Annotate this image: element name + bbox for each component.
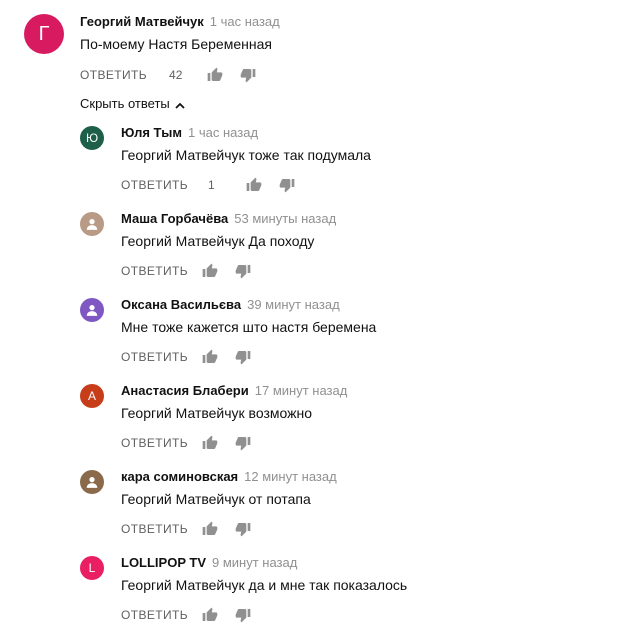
comment-text: Георгий Матвейчук возможно bbox=[121, 405, 313, 421]
comment-text: Георгий Матвейчук тоже так подумала bbox=[121, 147, 371, 163]
comment-text: По-моему Настя Беременная bbox=[80, 36, 272, 52]
comment-actions: ОТВЕТИТЬ bbox=[121, 519, 251, 539]
thumbs-up-icon[interactable] bbox=[202, 435, 218, 451]
comment-time[interactable]: 12 минут назад bbox=[244, 469, 337, 484]
avatar[interactable] bbox=[80, 298, 104, 322]
thumbs-up-icon[interactable] bbox=[202, 607, 218, 623]
thumbs-down-icon[interactable] bbox=[235, 263, 251, 279]
comment-author[interactable]: Георгий Матвейчук bbox=[80, 14, 204, 29]
comment-time[interactable]: 1 час назад bbox=[210, 14, 280, 29]
avatar[interactable]: А bbox=[80, 384, 104, 408]
thumbs-down-icon[interactable] bbox=[235, 607, 251, 623]
chevron-up-icon bbox=[175, 99, 185, 109]
thumbs-up-icon[interactable] bbox=[202, 349, 218, 365]
thumbs-up-icon[interactable] bbox=[207, 67, 223, 83]
thumbs-down-icon[interactable] bbox=[240, 67, 256, 83]
hide-replies-label: Скрыть ответы bbox=[80, 96, 170, 111]
comment-time[interactable]: 53 минуты назад bbox=[234, 211, 336, 226]
reply-button[interactable]: ОТВЕТИТЬ bbox=[121, 178, 188, 192]
avatar-letter: Г bbox=[38, 22, 50, 45]
comment-actions: ОТВЕТИТЬ 1 bbox=[121, 175, 295, 195]
reply-button[interactable]: ОТВЕТИТЬ bbox=[121, 264, 188, 278]
reply-button[interactable]: ОТВЕТИТЬ bbox=[121, 522, 188, 536]
thumbs-down-icon[interactable] bbox=[279, 177, 295, 193]
thumbs-up-icon[interactable] bbox=[202, 263, 218, 279]
comment-text: Георгий Матвейчук Да походу bbox=[121, 233, 315, 249]
avatar-image bbox=[85, 475, 99, 489]
avatar[interactable] bbox=[80, 212, 104, 236]
comment-time[interactable]: 9 минут назад bbox=[212, 555, 297, 570]
comment-author[interactable]: Оксана Васильєва bbox=[121, 297, 241, 312]
comment-author[interactable]: Маша Горбачёва bbox=[121, 211, 228, 226]
thumbs-down-icon[interactable] bbox=[235, 521, 251, 537]
comment-header: Георгий Матвейчук 1 час назад bbox=[80, 13, 280, 31]
avatar[interactable] bbox=[80, 470, 104, 494]
comment-header: кара соминовская 12 минут назад bbox=[121, 468, 337, 486]
reply-button[interactable]: ОТВЕТИТЬ bbox=[121, 608, 188, 622]
thumbs-up-icon[interactable] bbox=[246, 177, 262, 193]
comment-actions: ОТВЕТИТЬ bbox=[121, 605, 251, 625]
reply-button[interactable]: ОТВЕТИТЬ bbox=[121, 350, 188, 364]
like-count: 42 bbox=[169, 68, 183, 82]
comment-header: Юля Тым 1 час назад bbox=[121, 124, 258, 142]
thumbs-down-icon[interactable] bbox=[235, 349, 251, 365]
thumbs-up-icon[interactable] bbox=[202, 521, 218, 537]
like-count: 1 bbox=[208, 178, 215, 192]
comment-header: Анастасия Блабери 17 минут назад bbox=[121, 382, 347, 400]
comment-time[interactable]: 1 час назад bbox=[188, 125, 258, 140]
comment-text: Мне тоже кажется што настя беремена bbox=[121, 319, 377, 335]
comment-header: Оксана Васильєва 39 минут назад bbox=[121, 296, 340, 314]
comment-time[interactable]: 39 минут назад bbox=[247, 297, 340, 312]
thumbs-down-icon[interactable] bbox=[235, 435, 251, 451]
avatar[interactable]: Ю bbox=[80, 126, 104, 150]
comment-actions: ОТВЕТИТЬ bbox=[121, 433, 251, 453]
avatar-letter: Ю bbox=[85, 131, 99, 145]
comment-text: Георгий Матвейчук от потапа bbox=[121, 491, 311, 507]
comment-header: LOLLIPOP TV 9 минут назад bbox=[121, 554, 297, 572]
comment-time[interactable]: 17 минут назад bbox=[255, 383, 348, 398]
comment-author[interactable]: кара соминовская bbox=[121, 469, 238, 484]
avatar-image bbox=[85, 303, 99, 317]
avatar[interactable]: Г bbox=[24, 14, 64, 54]
comment-actions: ОТВЕТИТЬ 42 bbox=[80, 65, 256, 85]
reply-button[interactable]: ОТВЕТИТЬ bbox=[121, 436, 188, 450]
comment-author[interactable]: LOLLIPOP TV bbox=[121, 555, 206, 570]
avatar-letter: L bbox=[88, 561, 96, 575]
reply-button[interactable]: ОТВЕТИТЬ bbox=[80, 68, 147, 82]
comment-author[interactable]: Юля Тым bbox=[121, 125, 182, 140]
comment-actions: ОТВЕТИТЬ bbox=[121, 347, 251, 367]
comment-header: Маша Горбачёва 53 минуты назад bbox=[121, 210, 336, 228]
hide-replies-button[interactable]: Скрыть ответы bbox=[80, 96, 185, 111]
avatar[interactable]: L bbox=[80, 556, 104, 580]
comment-text: Георгий Матвейчук да и мне так показалос… bbox=[121, 577, 408, 593]
comment-author[interactable]: Анастасия Блабери bbox=[121, 383, 249, 398]
comment-actions: ОТВЕТИТЬ bbox=[121, 261, 251, 281]
comments-section: Г Георгий Матвейчук 1 час назад По-моему … bbox=[0, 0, 617, 644]
avatar-letter: А bbox=[87, 389, 96, 403]
avatar-image bbox=[85, 217, 99, 231]
